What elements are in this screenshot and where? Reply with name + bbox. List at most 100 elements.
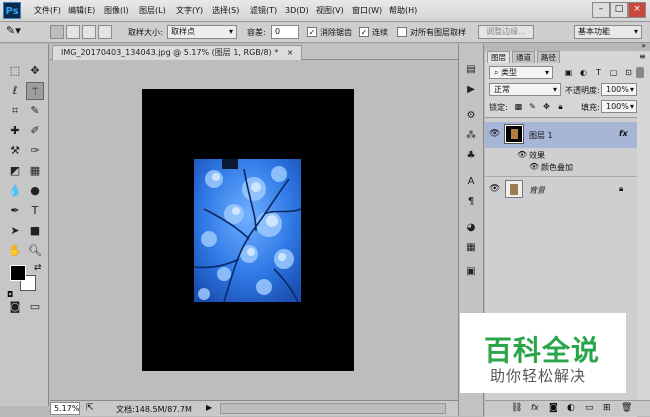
menu-type[interactable]: 文字(Y)	[176, 4, 203, 18]
tab-paths[interactable]: 路径	[537, 51, 560, 63]
menu-help[interactable]: 帮助(H)	[389, 4, 417, 18]
info-panel-icon[interactable]: ▣	[462, 264, 480, 280]
magic-wand-tool-icon[interactable]: ⚚	[26, 82, 44, 100]
history-panel-icon[interactable]: ▤	[462, 62, 480, 78]
document-canvas[interactable]	[142, 89, 354, 371]
collapse-panel-icon[interactable]: »	[641, 41, 646, 50]
clone-source-icon[interactable]: ♣	[462, 148, 480, 164]
blur-tool-icon[interactable]: 💧	[6, 182, 24, 200]
lasso-tool-icon[interactable]: ℓ	[6, 82, 24, 100]
fill-input[interactable]: 100% ▾	[601, 100, 637, 113]
swatches-panel-icon[interactable]: ▦	[462, 240, 480, 256]
tab-channels[interactable]: 通道	[512, 51, 535, 63]
link-layers-icon[interactable]: ⛓	[511, 403, 522, 413]
horizontal-scrollbar[interactable]	[220, 403, 446, 414]
smart-object-filter-icon[interactable]: ⊡	[623, 67, 634, 78]
all-layers-checkbox[interactable]	[397, 27, 407, 37]
minimize-button[interactable]: –	[592, 2, 610, 18]
effect-eye-icon[interactable]: 👁︎	[529, 162, 539, 171]
brush-tool-icon[interactable]: ✐	[26, 122, 44, 140]
filter-kind-select[interactable]: ⌕ 类型 ▾	[489, 66, 553, 79]
lock-pixels-icon[interactable]: ✎	[527, 101, 538, 112]
screen-mode-icon[interactable]: ▭	[26, 298, 44, 316]
menu-edit[interactable]: 编辑(E)	[68, 4, 95, 18]
fx-badge[interactable]: fx	[619, 129, 628, 138]
gradient-tool-icon[interactable]: ▦	[26, 162, 44, 180]
new-layer-icon[interactable]: ⊞	[603, 403, 611, 413]
path-selection-icon[interactable]: ➤	[6, 222, 24, 240]
shape-tool-icon[interactable]: ■	[26, 222, 44, 240]
visibility-eye-icon[interactable]: 👁︎	[489, 184, 500, 194]
close-button[interactable]: ×	[628, 2, 646, 18]
sample-size-select[interactable]: 取样点 ▾	[167, 25, 237, 39]
menu-window[interactable]: 窗口(W)	[352, 4, 382, 18]
zoom-field[interactable]: 5.17%	[50, 402, 80, 415]
crop-tool-icon[interactable]: ⌗	[6, 102, 24, 120]
add-mask-icon[interactable]: ◙	[549, 403, 558, 413]
lock-transparent-icon[interactable]: ▩	[513, 101, 524, 112]
shape-filter-icon[interactable]: ▢	[608, 67, 619, 78]
menu-layer[interactable]: 图层(L)	[139, 4, 166, 18]
menu-file[interactable]: 文件(F)	[34, 4, 61, 18]
layer-row[interactable]: 👁︎ 背景 🔒︎	[485, 176, 637, 202]
layer-name[interactable]: 背景	[529, 185, 545, 196]
menu-view[interactable]: 视图(V)	[316, 4, 344, 18]
quick-mask-icon[interactable]: ◙	[6, 298, 24, 316]
visibility-eye-icon[interactable]: 👁︎	[489, 129, 500, 139]
effects-eye-icon[interactable]: 👁︎	[517, 150, 527, 159]
workspace-select[interactable]: 基本功能 ▾	[574, 25, 642, 39]
intersect-selection-icon[interactable]	[98, 25, 112, 39]
delete-layer-icon[interactable]: 🗑︎	[621, 403, 632, 413]
foreground-color-swatch[interactable]	[10, 265, 26, 281]
type-tool-icon[interactable]: T	[26, 202, 44, 220]
marquee-tool-icon[interactable]: ⬚	[6, 62, 24, 80]
adjustment-filter-icon[interactable]: ◐	[578, 67, 589, 78]
blend-mode-select[interactable]: 正常 ▾	[489, 83, 561, 96]
healing-brush-icon[interactable]: ✚	[6, 122, 24, 140]
actions-panel-icon[interactable]: ▶	[462, 82, 480, 98]
status-menu-arrow-icon[interactable]: ▶	[206, 403, 212, 412]
move-tool-icon[interactable]: ✥	[26, 62, 44, 80]
panel-menu-icon[interactable]: ≡	[639, 52, 646, 61]
maximize-button[interactable]: □	[610, 2, 628, 18]
history-brush-icon[interactable]: ✑	[26, 142, 44, 160]
hand-tool-icon[interactable]: ✋	[6, 242, 24, 260]
antialias-checkbox[interactable]: ✓	[307, 27, 317, 37]
pixel-filter-icon[interactable]: ▣	[563, 67, 574, 78]
tab-close-icon[interactable]: ×	[287, 48, 294, 57]
new-group-icon[interactable]: ▭	[585, 403, 594, 413]
pen-tool-icon[interactable]: ✒	[6, 202, 24, 220]
swap-colors-icon[interactable]: ⇄	[34, 263, 42, 273]
add-style-icon[interactable]: fx	[531, 403, 539, 412]
type-filter-icon[interactable]: T	[593, 67, 604, 78]
menu-select[interactable]: 选择(S)	[212, 4, 239, 18]
new-selection-icon[interactable]	[50, 25, 64, 39]
filter-toggle[interactable]	[636, 67, 644, 78]
canvas-area[interactable]	[50, 60, 458, 400]
lock-position-icon[interactable]: ✥	[541, 101, 552, 112]
export-icon[interactable]: ⇱	[86, 403, 94, 413]
adjustment-layer-icon[interactable]: ◐	[567, 403, 575, 413]
menu-3d[interactable]: 3D(D)	[285, 4, 309, 18]
eyedropper-tool-preset-icon[interactable]: ✎▾	[6, 24, 21, 37]
layer-name[interactable]: 图层 1	[529, 130, 553, 141]
lock-all-icon[interactable]: 🔒︎	[555, 101, 566, 112]
subtract-selection-icon[interactable]	[82, 25, 96, 39]
dodge-tool-icon[interactable]: ●	[26, 182, 44, 200]
brush-presets-icon[interactable]: ⁂	[462, 128, 480, 144]
eraser-tool-icon[interactable]: ◩	[6, 162, 24, 180]
menu-filter[interactable]: 滤镜(T)	[250, 4, 277, 18]
opacity-input[interactable]: 100% ▾	[601, 83, 637, 96]
document-tab[interactable]: IMG_20170403_134043.jpg @ 5.17% (图层 1, R…	[52, 45, 303, 60]
clone-stamp-icon[interactable]: ⚒	[6, 142, 24, 160]
refine-edge-button[interactable]: 调整边缘...	[478, 25, 534, 39]
adjustments-panel-icon[interactable]: ⚙	[462, 108, 480, 124]
character-panel-icon[interactable]: A	[462, 174, 480, 190]
styles-panel-icon[interactable]: ◕	[462, 220, 480, 236]
effect-item-row[interactable]: 👁︎ 颜色叠加	[485, 160, 637, 174]
zoom-tool-icon[interactable]: 🔍︎	[26, 242, 44, 260]
tolerance-input[interactable]: 0	[271, 25, 299, 39]
menu-image[interactable]: 图像(I)	[104, 4, 129, 18]
layer-row[interactable]: 👁︎ 图层 1 fx	[485, 122, 637, 148]
contiguous-checkbox[interactable]: ✓	[359, 27, 369, 37]
